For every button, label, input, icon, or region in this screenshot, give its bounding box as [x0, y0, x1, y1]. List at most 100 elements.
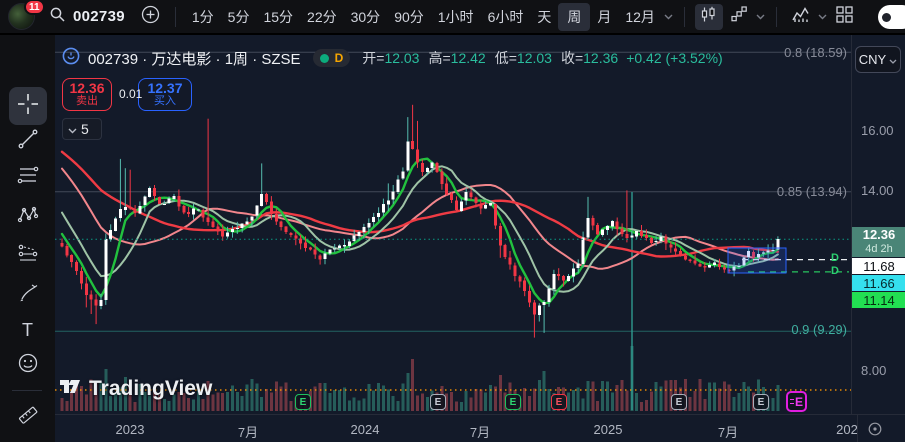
tradingview-mark-icon	[58, 374, 83, 404]
toolbar-divider	[174, 6, 176, 27]
time-axis[interactable]: 2023 7月 2024 7月 2025 7月 202	[55, 414, 905, 442]
account-toggle[interactable]	[878, 5, 905, 29]
grid-layout-icon	[835, 5, 853, 28]
emoji-tool-button[interactable]	[10, 348, 46, 382]
last-price-value: 12.36	[862, 227, 896, 242]
interval-15m[interactable]: 15分	[256, 3, 300, 31]
crosshair-icon	[16, 92, 40, 121]
interval-12mo[interactable]: 12月	[618, 3, 662, 31]
buy-button[interactable]: 12.37 买入	[138, 78, 192, 111]
xabcd-pattern-tool-button[interactable]	[10, 200, 46, 234]
search-icon	[49, 6, 66, 28]
axis-settings-icon[interactable]	[867, 421, 883, 442]
bars-count-value: 5	[81, 121, 89, 137]
zoom-in-tool-button[interactable]	[10, 438, 46, 442]
sell-label: 卖出	[76, 94, 98, 107]
step-line-icon	[731, 6, 747, 27]
trend-line-icon	[17, 128, 39, 155]
trend-line-tool-button[interactable]	[10, 124, 46, 158]
sell-button[interactable]: 12.36 卖出	[62, 78, 112, 111]
buy-price: 12.37	[147, 79, 183, 96]
top-toolbar: 11 002739 1分 5分 15分 22分 30分 90分 1小时 6小时 …	[0, 0, 905, 35]
layout-grid-button[interactable]	[830, 4, 858, 30]
symbol-text: 002739	[73, 8, 125, 25]
line-style-button[interactable]	[725, 4, 753, 30]
currency-label: CNY	[858, 52, 887, 67]
time-tick-2026: 202	[836, 422, 858, 437]
earnings-badge[interactable]: E	[551, 394, 567, 410]
instrument-logo-icon	[62, 47, 80, 69]
order-line-d-tag[interactable]: D	[831, 253, 839, 264]
line-style-chevron-down-icon[interactable]	[756, 14, 765, 20]
order-line-d-tag[interactable]: D	[831, 266, 839, 277]
high-label: 高=	[428, 50, 451, 66]
earnings-badge[interactable]: E	[505, 394, 521, 410]
toolbar-divider	[683, 6, 685, 27]
earnings-badge[interactable]: E	[430, 394, 446, 410]
interval-30m[interactable]: 30分	[344, 3, 388, 31]
price-axis[interactable]: CNY 16.00 14.00 8.00 12.36 4d 2h 11.68 1…	[851, 35, 905, 414]
earnings-badge[interactable]: E	[671, 394, 687, 410]
market-status-dot-icon	[319, 53, 329, 63]
interval-1m[interactable]: 1分	[185, 3, 221, 31]
intervals-chevron-down-icon[interactable]	[664, 14, 673, 20]
ohlc-values: 开=12.03 高=12.42 低=12.03 收=12.36	[362, 48, 618, 68]
toolbar-divider	[776, 6, 777, 27]
forecast-icon	[17, 242, 39, 269]
interval-6h[interactable]: 6小时	[481, 3, 531, 31]
interval-90m[interactable]: 90分	[387, 3, 431, 31]
earnings-badge[interactable]: E	[753, 394, 769, 410]
last-price-badge: 12.36 4d 2h	[852, 227, 905, 257]
earnings-badge[interactable]: E	[295, 394, 311, 410]
symbol-search-button[interactable]: 002739	[49, 6, 125, 28]
close-label: 收=	[560, 50, 584, 66]
indicators-chevron-down-icon[interactable]	[818, 14, 827, 20]
ma-price-badge-green: 11.14	[852, 292, 905, 308]
compare-add-button[interactable]	[137, 4, 165, 30]
fib-level-label-0.85: 0.85 (13.94)	[776, 184, 847, 199]
indicators-icon	[791, 6, 811, 28]
high-value: 12.42	[450, 50, 486, 66]
instrument-title[interactable]: 002739 · 万达电影 · 1周 · SZSE	[88, 48, 301, 69]
plus-circle-icon	[141, 5, 160, 29]
time-tick-jul23: 7月	[237, 425, 259, 440]
bars-count-button[interactable]: 5	[62, 118, 102, 140]
chart-style-candles-button[interactable]	[694, 3, 723, 30]
earnings-badge-estimate[interactable]: E	[786, 391, 807, 412]
measure-tool-button[interactable]	[10, 400, 46, 434]
currency-selector[interactable]: CNY	[855, 46, 901, 73]
tradingview-logo[interactable]: TradingView	[58, 374, 212, 404]
interval-1mo[interactable]: 月	[590, 3, 618, 31]
session-toggle[interactable]: D	[312, 49, 351, 67]
user-avatar[interactable]: 11	[8, 0, 45, 30]
interval-1d[interactable]: 天	[530, 3, 558, 31]
open-label: 开=	[362, 50, 385, 66]
forecast-tool-button[interactable]	[10, 238, 46, 272]
order-price-badge: 11.68	[852, 258, 905, 274]
emoji-smiley-icon	[17, 352, 39, 379]
interval-1w-selected[interactable]: 周	[558, 2, 591, 31]
tradingview-wordmark: TradingView	[89, 377, 213, 400]
change-value: +0.42 (+3.52%)	[626, 50, 723, 66]
indicators-button[interactable]	[787, 4, 815, 30]
tradingview-app: 11 002739 1分 5分 15分 22分 30分 90分 1小时 6小时 …	[0, 0, 905, 442]
spread-value: 0.01	[119, 87, 143, 101]
close-value: 12.36	[583, 50, 619, 66]
crosshair-tool-button[interactable]	[8, 87, 47, 125]
open-value: 12.03	[384, 50, 420, 66]
text-tool-button[interactable]: T	[10, 313, 46, 347]
low-value: 12.03	[516, 50, 552, 66]
interval-22m[interactable]: 22分	[300, 3, 344, 31]
bar-countdown: 4d 2h	[865, 243, 893, 255]
fib-retracement-tool-button[interactable]	[10, 160, 46, 194]
fib-level-label-0.8: 0.8 (18.59)	[784, 45, 847, 60]
buy-label: 买入	[154, 94, 176, 107]
drawing-toolbar: T	[0, 35, 55, 442]
interval-5m[interactable]: 5分	[221, 3, 257, 31]
price-tick-14: 14.00	[861, 183, 894, 198]
time-tick-2025: 2025	[593, 422, 623, 437]
interval-1h[interactable]: 1小时	[431, 3, 481, 31]
time-tick-2024: 2024	[350, 422, 380, 437]
brush-tool-button[interactable]	[10, 278, 46, 312]
notification-badge: 11	[24, 0, 45, 15]
